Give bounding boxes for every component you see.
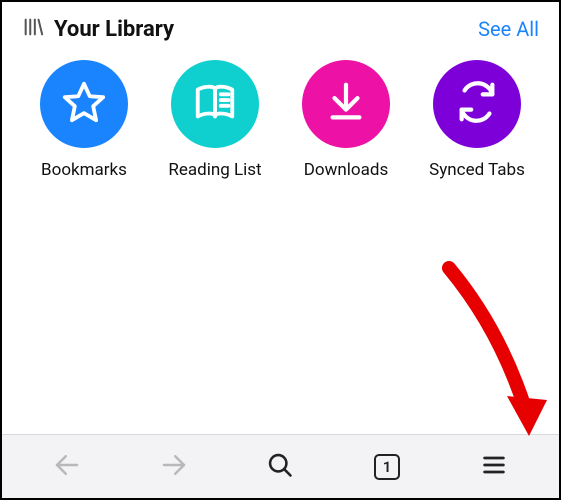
see-all-link[interactable]: See All bbox=[478, 17, 539, 41]
library-header-left: Your Library bbox=[22, 16, 174, 42]
hamburger-icon bbox=[480, 451, 508, 483]
tile-downloads-circle bbox=[302, 60, 390, 148]
tile-reading-list[interactable]: Reading List bbox=[155, 60, 275, 180]
tile-reading-list-circle bbox=[171, 60, 259, 148]
tile-label: Bookmarks bbox=[41, 160, 127, 180]
download-icon bbox=[323, 79, 369, 129]
tile-bookmarks-circle bbox=[40, 60, 128, 148]
library-header: Your Library See All bbox=[2, 2, 559, 50]
back-arrow-icon bbox=[52, 450, 82, 484]
sync-icon bbox=[454, 79, 500, 129]
tile-bookmarks[interactable]: Bookmarks bbox=[24, 60, 144, 180]
tile-synced-tabs-circle bbox=[433, 60, 521, 148]
forward-button[interactable] bbox=[146, 445, 202, 489]
tile-label: Reading List bbox=[168, 160, 261, 180]
bottom-toolbar: 1 bbox=[2, 434, 559, 498]
library-tiles: Bookmarks Reading List bbox=[2, 50, 559, 180]
search-icon bbox=[266, 451, 294, 483]
book-icon bbox=[192, 79, 238, 129]
tile-label: Downloads bbox=[304, 160, 388, 180]
search-button[interactable] bbox=[252, 445, 308, 489]
page-title: Your Library bbox=[54, 17, 174, 42]
library-icon bbox=[22, 16, 44, 42]
tabs-button[interactable]: 1 bbox=[359, 445, 415, 489]
tile-label: Synced Tabs bbox=[429, 160, 525, 180]
tab-count: 1 bbox=[383, 458, 392, 476]
forward-arrow-icon bbox=[159, 450, 189, 484]
menu-button[interactable] bbox=[466, 445, 522, 489]
star-icon bbox=[61, 79, 107, 129]
tile-synced-tabs[interactable]: Synced Tabs bbox=[417, 60, 537, 180]
back-button[interactable] bbox=[39, 445, 95, 489]
tab-count-icon: 1 bbox=[374, 454, 400, 480]
annotation-arrow bbox=[429, 258, 559, 452]
tile-downloads[interactable]: Downloads bbox=[286, 60, 406, 180]
